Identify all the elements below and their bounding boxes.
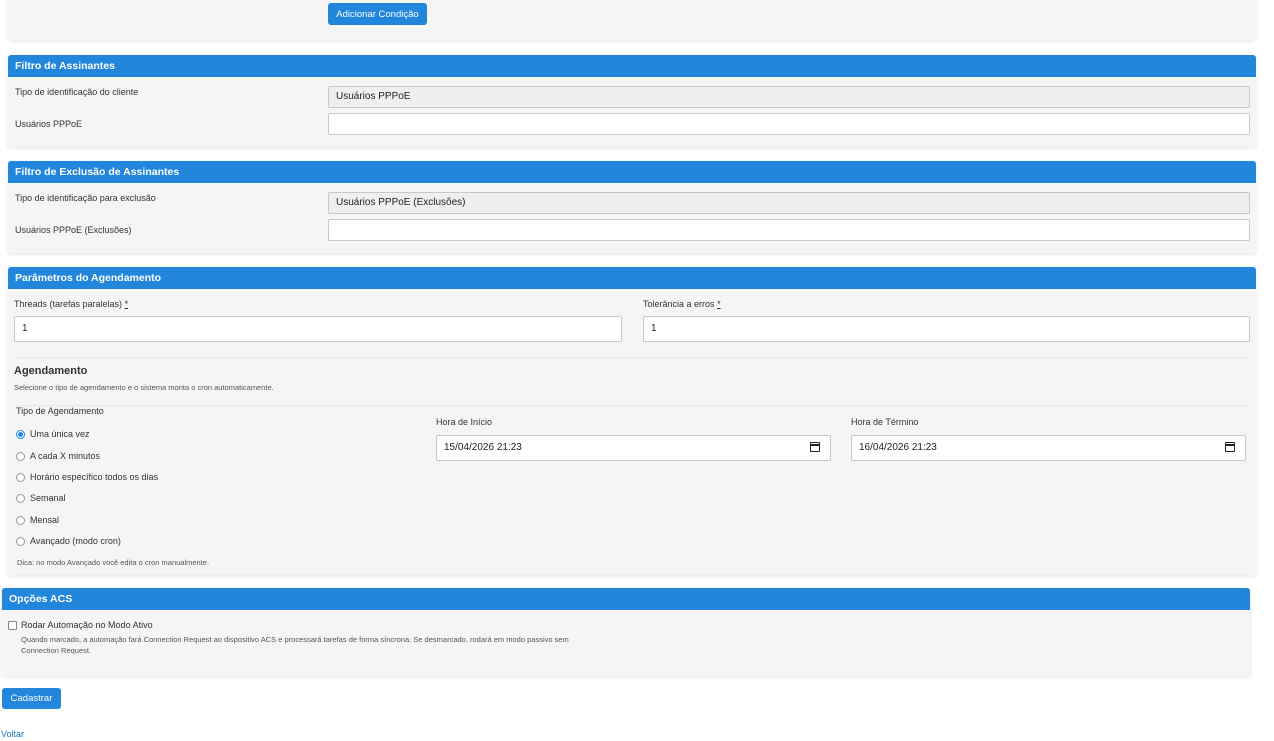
add-condition-button[interactable]: Adicionar Condição: [328, 3, 427, 25]
active-mode-label[interactable]: Rodar Automação no Modo Ativo: [21, 620, 153, 630]
scheduling-divider: [14, 405, 1250, 406]
radio-every-x-minutes-label: A cada X minutos: [30, 451, 101, 461]
submit-button[interactable]: Cadastrar: [2, 688, 61, 709]
acs-options-card: Opções ACS: [2, 588, 1250, 676]
id-type-label: Tipo de identificação do cliente: [15, 87, 139, 97]
pppoe-users-input[interactable]: [328, 113, 1250, 135]
exclusion-filter-card: Filtro de Exclusão de Assinantes Tipo de…: [8, 161, 1256, 253]
schedule-params-card: Parâmetros do Agendamento Threads (taref…: [8, 267, 1256, 575]
radio-daily-label: Horário específico todos os dias: [30, 472, 159, 482]
tolerance-input[interactable]: 1: [643, 316, 1250, 342]
conditions-card: [8, 0, 1256, 40]
end-time-input[interactable]: 16/04/2026 21:23: [851, 435, 1246, 461]
radio-every-x-minutes[interactable]: A cada X minutos: [16, 451, 100, 461]
scheduling-title: Agendamento: [14, 365, 88, 377]
radio-weekly-label: Semanal: [30, 493, 66, 503]
acs-options-title: Opções ACS: [2, 588, 1250, 610]
exclusion-filter-title: Filtro de Exclusão de Assinantes: [8, 161, 1256, 183]
exclusion-users-input[interactable]: [328, 219, 1250, 241]
radio-monthly-label: Mensal: [30, 515, 60, 525]
active-mode-checkbox[interactable]: [8, 621, 17, 630]
id-type-field[interactable]: Usuários PPPoE: [328, 86, 1250, 108]
scheduling-desc: Selecione o tipo de agendamento e o sist…: [14, 383, 274, 392]
end-time-value: 16/04/2026 21:23: [859, 442, 937, 453]
pppoe-users-label: Usuários PPPoE: [15, 119, 83, 129]
start-time-input[interactable]: 15/04/2026 21:23: [436, 435, 831, 461]
radio-every-x-minutes-icon[interactable]: [16, 451, 25, 461]
radio-daily[interactable]: Horário específico todos os dias: [16, 472, 158, 482]
tolerance-label: Tolerância a erros *: [643, 299, 721, 309]
radio-once-icon[interactable]: [16, 429, 25, 439]
back-link[interactable]: Voltar: [1, 729, 24, 739]
scheduling-hint: Dica: no modo Avançado você edita o cron…: [17, 558, 210, 567]
radio-once[interactable]: Uma única vez: [16, 429, 90, 439]
schedule-params-title: Parâmetros do Agendamento: [8, 267, 1256, 289]
exclusion-id-type-field[interactable]: Usuários PPPoE (Exclusões): [328, 192, 1250, 214]
start-time-value: 15/04/2026 21:23: [444, 442, 522, 453]
radio-monthly[interactable]: Mensal: [16, 515, 59, 525]
start-time-label: Hora de Início: [436, 417, 493, 427]
calendar-icon[interactable]: [1225, 442, 1235, 452]
schedule-type-label: Tipo de Agendamento: [16, 406, 104, 416]
exclusion-id-type-label: Tipo de identificação para exclusão: [15, 193, 156, 203]
radio-advanced-cron-icon[interactable]: [16, 536, 25, 546]
radio-daily-icon[interactable]: [16, 472, 25, 482]
section-divider: [14, 357, 1250, 358]
radio-weekly[interactable]: Semanal: [16, 493, 66, 503]
radio-monthly-icon[interactable]: [16, 515, 25, 525]
calendar-icon[interactable]: [810, 442, 820, 452]
subscriber-filter-card: Filtro de Assinantes Tipo de identificaç…: [8, 55, 1256, 147]
subscriber-filter-title: Filtro de Assinantes: [8, 55, 1256, 77]
radio-advanced-cron-label: Avançado (modo cron): [30, 536, 121, 546]
end-time-label: Hora de Término: [851, 417, 919, 427]
radio-once-label: Uma única vez: [30, 429, 90, 439]
threads-input[interactable]: 1: [14, 316, 622, 342]
exclusion-users-label: Usuários PPPoE (Exclusões): [15, 225, 132, 235]
threads-label: Threads (tarefas paralelas) *: [14, 299, 129, 309]
radio-advanced-cron[interactable]: Avançado (modo cron): [16, 536, 121, 546]
radio-weekly-icon[interactable]: [16, 493, 25, 503]
active-mode-desc: Quando marcado, a automação fará Connect…: [21, 635, 569, 655]
